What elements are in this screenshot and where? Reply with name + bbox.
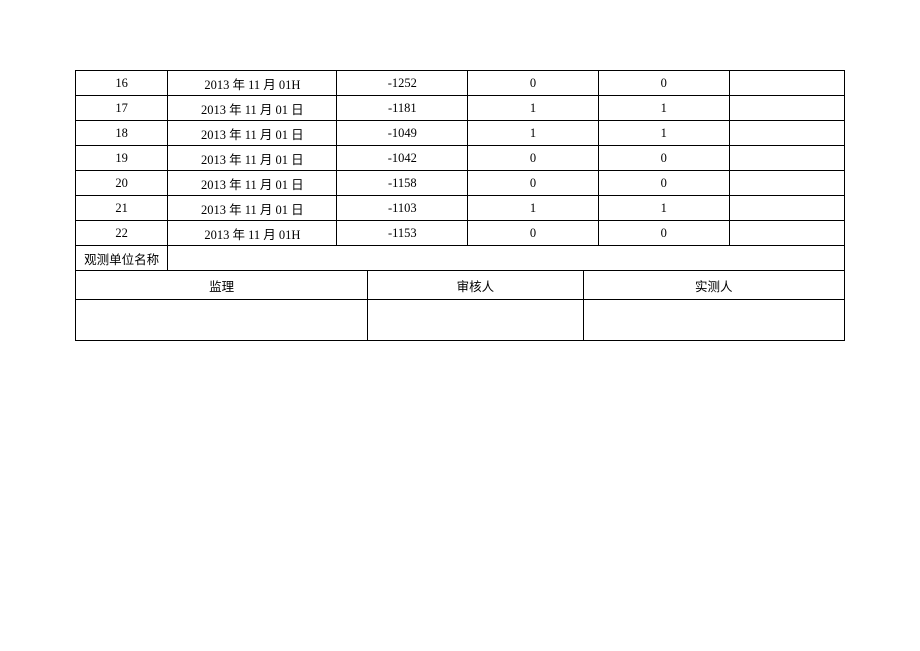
table-cell: -1103 xyxy=(337,196,468,221)
reviewer-label: 审核人 xyxy=(368,271,583,300)
reviewer-value xyxy=(368,300,583,341)
table-cell: -1153 xyxy=(337,221,468,246)
table-cell: 2013 年 11 月 01 日 xyxy=(168,146,337,171)
table-cell xyxy=(729,146,844,171)
table-cell xyxy=(729,71,844,96)
table-cell: -1049 xyxy=(337,121,468,146)
table-cell: 19 xyxy=(76,146,168,171)
table-row: 222013 年 11 月 01H-115300 xyxy=(76,221,845,246)
table-cell: -1042 xyxy=(337,146,468,171)
table-cell: 1 xyxy=(598,96,729,121)
table-cell xyxy=(729,96,844,121)
table-row: 162013 年 11 月 01H-125200 xyxy=(76,71,845,96)
table-cell xyxy=(729,171,844,196)
table-cell: 22 xyxy=(76,221,168,246)
table-cell: 0 xyxy=(598,71,729,96)
table-cell: 20 xyxy=(76,171,168,196)
table-cell xyxy=(729,121,844,146)
table-cell: 21 xyxy=(76,196,168,221)
measurer-value xyxy=(583,300,844,341)
table-cell xyxy=(729,196,844,221)
table-cell: 1 xyxy=(598,196,729,221)
table-cell: 2013 年 11 月 01H xyxy=(168,221,337,246)
table-cell: 0 xyxy=(598,221,729,246)
table-cell: -1252 xyxy=(337,71,468,96)
table-row: 192013 年 11 月 01 日-104200 xyxy=(76,146,845,171)
table-cell: 1 xyxy=(468,196,599,221)
table-row: 202013 年 11 月 01 日-115800 xyxy=(76,171,845,196)
table-cell: 0 xyxy=(468,221,599,246)
table-cell: 1 xyxy=(598,121,729,146)
table-cell: 2013 年 11 月 01 日 xyxy=(168,96,337,121)
table-cell xyxy=(729,221,844,246)
table-cell: 0 xyxy=(598,171,729,196)
table-cell: -1158 xyxy=(337,171,468,196)
signature-table: 监理 审核人 实测人 xyxy=(75,270,845,341)
table-cell: 18 xyxy=(76,121,168,146)
table-cell: 2013 年 11 月 01 日 xyxy=(168,171,337,196)
table-row: 172013 年 11 月 01 日-118111 xyxy=(76,96,845,121)
table-cell: 17 xyxy=(76,96,168,121)
table-cell: 16 xyxy=(76,71,168,96)
observation-unit-row: 观测单位名称 xyxy=(76,246,845,271)
observation-unit-value xyxy=(168,246,845,271)
table-cell: 1 xyxy=(468,96,599,121)
table-cell: 2013 年 11 月 01 日 xyxy=(168,196,337,221)
observation-unit-label: 观测单位名称 xyxy=(76,246,168,271)
table-cell: 0 xyxy=(598,146,729,171)
table-cell: 0 xyxy=(468,71,599,96)
measurer-label: 实测人 xyxy=(583,271,844,300)
supervisor-value xyxy=(76,300,368,341)
table-cell: 2013 年 11 月 01 日 xyxy=(168,121,337,146)
data-table: 162013 年 11 月 01H-125200172013 年 11 月 01… xyxy=(75,70,845,271)
supervisor-label: 监理 xyxy=(76,271,368,300)
table-row: 182013 年 11 月 01 日-104911 xyxy=(76,121,845,146)
table-cell: 2013 年 11 月 01H xyxy=(168,71,337,96)
table-cell: 0 xyxy=(468,146,599,171)
table-cell: 0 xyxy=(468,171,599,196)
table-cell: -1181 xyxy=(337,96,468,121)
table-cell: 1 xyxy=(468,121,599,146)
table-row: 212013 年 11 月 01 日-110311 xyxy=(76,196,845,221)
